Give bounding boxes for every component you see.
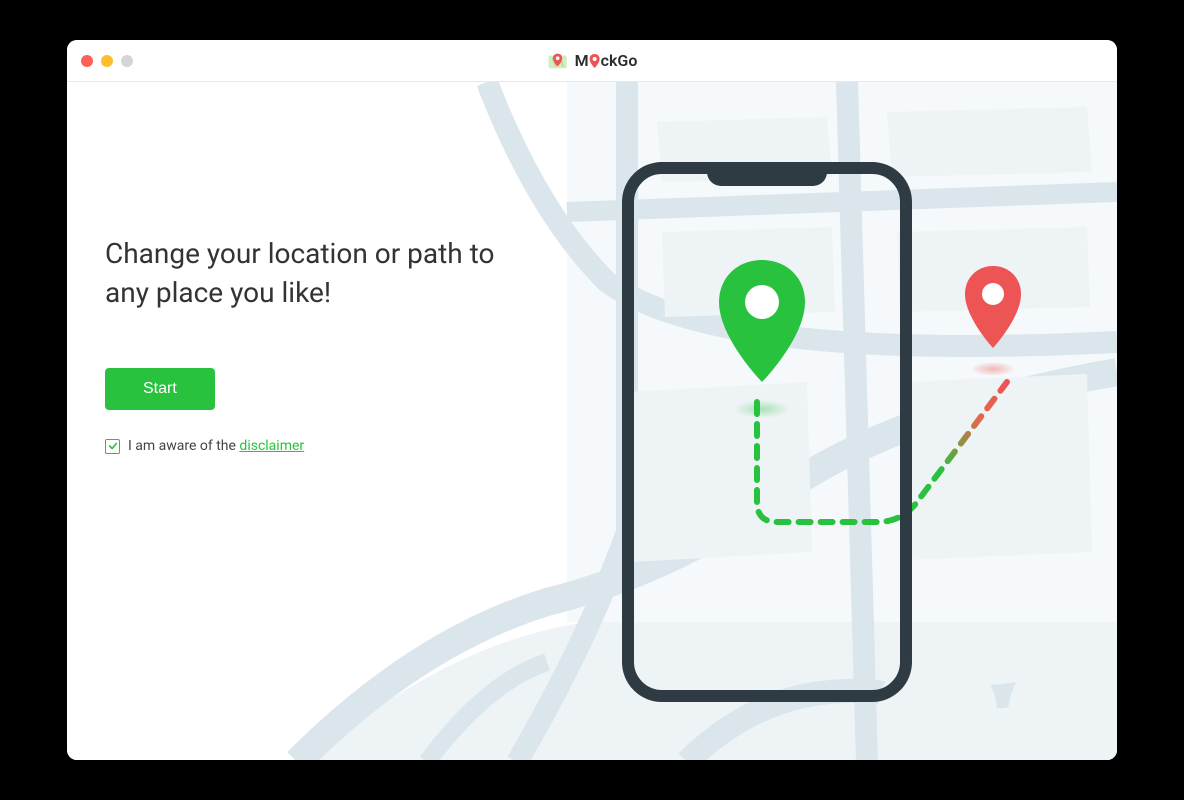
headline: Change your location or path to any plac… bbox=[105, 234, 545, 312]
disclaimer-link[interactable]: disclaimer bbox=[239, 438, 304, 454]
app-name: MckGo bbox=[575, 51, 638, 70]
phone-illustration bbox=[622, 162, 912, 702]
destination-pin-icon bbox=[957, 262, 1029, 364]
app-logo-icon bbox=[547, 50, 569, 72]
disclaimer-checkbox[interactable] bbox=[105, 439, 120, 454]
app-title: MckGo bbox=[547, 50, 638, 72]
disclaimer-text: I am aware of the disclaimer bbox=[128, 438, 304, 454]
start-button[interactable]: Start bbox=[105, 368, 215, 410]
main-content: Change your location or path to any plac… bbox=[67, 82, 1117, 760]
hero-panel: Change your location or path to any plac… bbox=[105, 234, 545, 454]
origin-pin-icon bbox=[707, 252, 817, 406]
disclaimer-row: I am aware of the disclaimer bbox=[105, 438, 545, 454]
app-window: MckGo bbox=[67, 40, 1117, 760]
close-button[interactable] bbox=[81, 55, 93, 67]
minimize-button[interactable] bbox=[101, 55, 113, 67]
check-icon bbox=[108, 441, 118, 451]
maximize-button[interactable] bbox=[121, 55, 133, 67]
window-controls bbox=[81, 55, 133, 67]
titlebar: MckGo bbox=[67, 40, 1117, 82]
